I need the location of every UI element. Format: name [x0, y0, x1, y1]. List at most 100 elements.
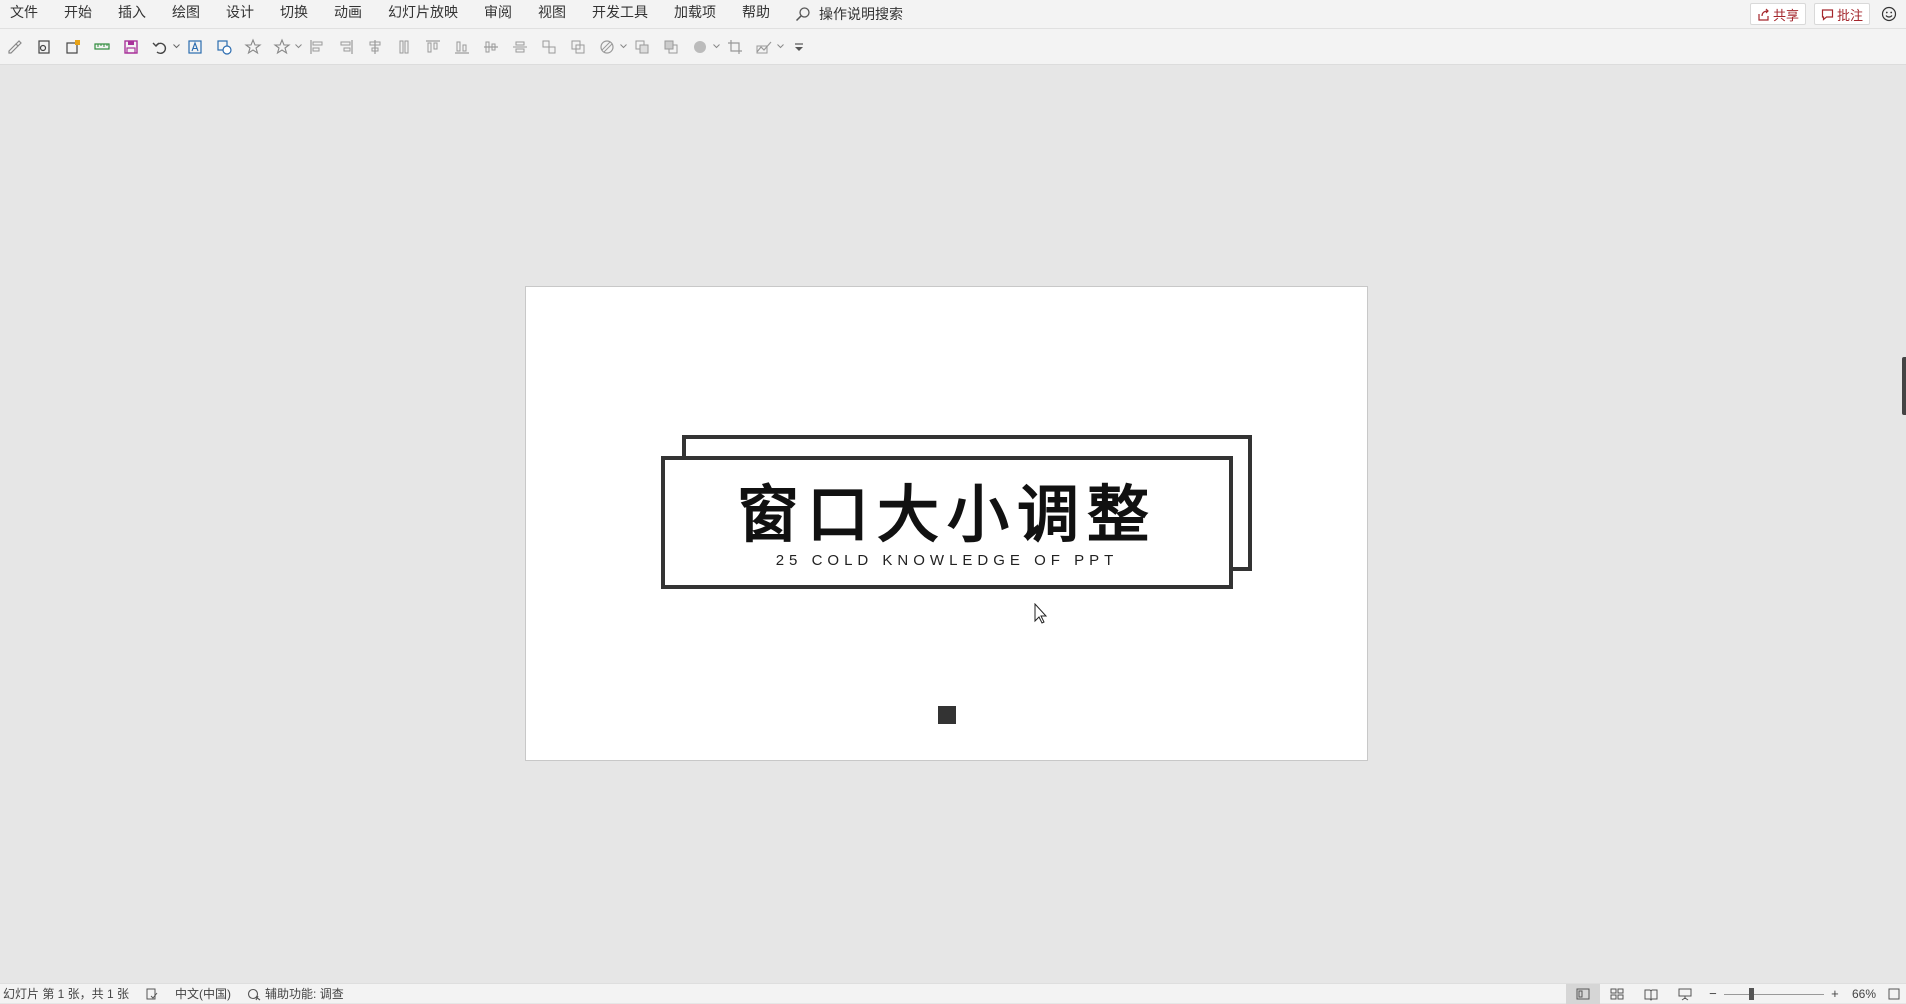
menu-addins[interactable]: 加载项: [661, 0, 729, 28]
shape-fill-icon: [600, 39, 614, 54]
zoom-out-button[interactable]: −: [1706, 984, 1720, 1004]
search-label: 操作说明搜索: [819, 5, 903, 22]
menu-developer[interactable]: 开发工具: [579, 0, 661, 28]
align-left-button[interactable]: [304, 33, 330, 61]
freeform-button[interactable]: [751, 33, 777, 61]
picture-button[interactable]: [60, 33, 86, 61]
align-bottom-button[interactable]: [449, 33, 475, 61]
star-button[interactable]: [240, 33, 266, 61]
chevron-down-icon: [776, 44, 784, 49]
zoom-control: − +: [1706, 984, 1842, 1004]
zoom-level[interactable]: 66%: [1846, 987, 1882, 1001]
open-file-icon: [38, 39, 50, 54]
smiley-icon: [1881, 6, 1897, 22]
distribute-vertical-icon: [399, 40, 409, 53]
proofing-icon: [146, 988, 158, 999]
reading-view-button[interactable]: [1634, 984, 1668, 1004]
accessibility-status[interactable]: 辅助功能: 调查: [239, 984, 352, 1004]
undo-dropdown[interactable]: [172, 33, 180, 61]
send-backward-button[interactable]: [658, 33, 684, 61]
chevron-down-icon: [619, 44, 627, 49]
menu-draw[interactable]: 绘图: [159, 0, 213, 28]
image-edit-icon: [66, 39, 80, 54]
mouse-cursor-icon: [1034, 603, 1048, 624]
align-right-icon: [340, 39, 353, 54]
comments-button[interactable]: 批注: [1813, 3, 1870, 25]
fit-slide-button[interactable]: [1882, 984, 1906, 1004]
customize-icon: [795, 42, 803, 51]
reading-view-icon: [1644, 989, 1658, 1001]
share-button[interactable]: 共享: [1749, 3, 1806, 25]
shapes-button[interactable]: [211, 33, 237, 61]
slide-info-text: 幻灯片 第 1 张，共 1 张: [3, 987, 130, 1001]
crop-icon: [728, 39, 742, 54]
align-center-icon: [369, 39, 381, 54]
bring-forward-icon: [635, 40, 649, 53]
shape-effects-button[interactable]: [687, 33, 713, 61]
customize-qat-button[interactable]: [786, 33, 812, 61]
slide-canvas[interactable]: 窗口大小调整 25 COLD KNOWLEDGE OF PPT: [525, 286, 1368, 761]
tell-me-search[interactable]: 操作说明搜索: [795, 0, 903, 28]
menu-design[interactable]: 设计: [213, 0, 267, 28]
menu-animations[interactable]: 动画: [321, 0, 375, 28]
menu-home[interactable]: 开始: [51, 0, 105, 28]
distribute-vertical-button[interactable]: [391, 33, 417, 61]
shape-fill-dropdown[interactable]: [619, 33, 627, 61]
format-painter-button[interactable]: [2, 33, 28, 61]
menu-insert[interactable]: 插入: [105, 0, 159, 28]
fit-to-window-icon: [1888, 988, 1900, 1000]
slide-sorter-button[interactable]: [1600, 984, 1634, 1004]
menu-slideshow[interactable]: 幻灯片放映: [375, 0, 471, 28]
align-top-icon: [426, 39, 440, 52]
undo-button[interactable]: [147, 33, 173, 61]
group-button[interactable]: [565, 33, 591, 61]
status-bar: 幻灯片 第 1 张，共 1 张 中文(中国) 辅助功能: 调查 − + 66%: [0, 983, 1906, 1004]
menu-help[interactable]: 帮助: [729, 0, 783, 28]
square-shape[interactable]: [938, 706, 956, 724]
shape-effects-dropdown[interactable]: [712, 33, 720, 61]
distribute-horizontal-icon: [513, 41, 527, 52]
title-frame-front[interactable]: 窗口大小调整 25 COLD KNOWLEDGE OF PPT: [661, 456, 1233, 589]
zoom-in-button[interactable]: +: [1828, 984, 1842, 1004]
ruler-button[interactable]: [89, 33, 115, 61]
align-top-button[interactable]: [420, 33, 446, 61]
normal-view-button[interactable]: [1565, 984, 1600, 1004]
text-box-icon: [188, 39, 202, 54]
accessibility-text: 辅助功能: 调查: [265, 987, 344, 1001]
comment-label: 批注: [1836, 7, 1863, 23]
panel-resize-handle[interactable]: [1902, 357, 1906, 415]
freeform-dropdown[interactable]: [776, 33, 784, 61]
quick-access-toolbar: [0, 29, 1906, 65]
distribute-horizontal-button[interactable]: [507, 33, 533, 61]
feedback-button[interactable]: [1878, 3, 1900, 25]
slide-subtitle[interactable]: 25 COLD KNOWLEDGE OF PPT: [665, 552, 1229, 569]
align-middle-button[interactable]: [478, 33, 504, 61]
align-middle-icon: [484, 41, 498, 52]
menu-view[interactable]: 视图: [525, 0, 579, 28]
zoom-slider-thumb[interactable]: [1749, 987, 1755, 1000]
menu-file[interactable]: 文件: [0, 0, 51, 28]
slide-title[interactable]: 窗口大小调整: [665, 482, 1229, 548]
chevron-down-icon: [712, 44, 720, 49]
open-button[interactable]: [31, 33, 57, 61]
language-status[interactable]: 中文(中国): [167, 984, 239, 1004]
zoom-slider-track[interactable]: [1723, 987, 1824, 1000]
send-backward-icon: [664, 40, 678, 53]
bring-forward-button[interactable]: [629, 33, 655, 61]
shape-fill-button[interactable]: [594, 33, 620, 61]
slideshow-button[interactable]: [1668, 984, 1702, 1004]
align-right-button[interactable]: [333, 33, 359, 61]
shapes-icon: [217, 39, 232, 55]
crop-button[interactable]: [722, 33, 748, 61]
align-center-button[interactable]: [362, 33, 388, 61]
search-icon: [795, 7, 810, 22]
text-box-button[interactable]: [182, 33, 208, 61]
star-dropdown[interactable]: [294, 33, 302, 61]
star-outline-button[interactable]: [269, 33, 295, 61]
arrange-button[interactable]: [536, 33, 562, 61]
save-button[interactable]: [118, 33, 144, 61]
menu-review[interactable]: 审阅: [471, 0, 525, 28]
spell-check-status[interactable]: [137, 984, 167, 1004]
menu-transitions[interactable]: 切换: [267, 0, 321, 28]
ruler-tool-icon: [94, 42, 110, 50]
